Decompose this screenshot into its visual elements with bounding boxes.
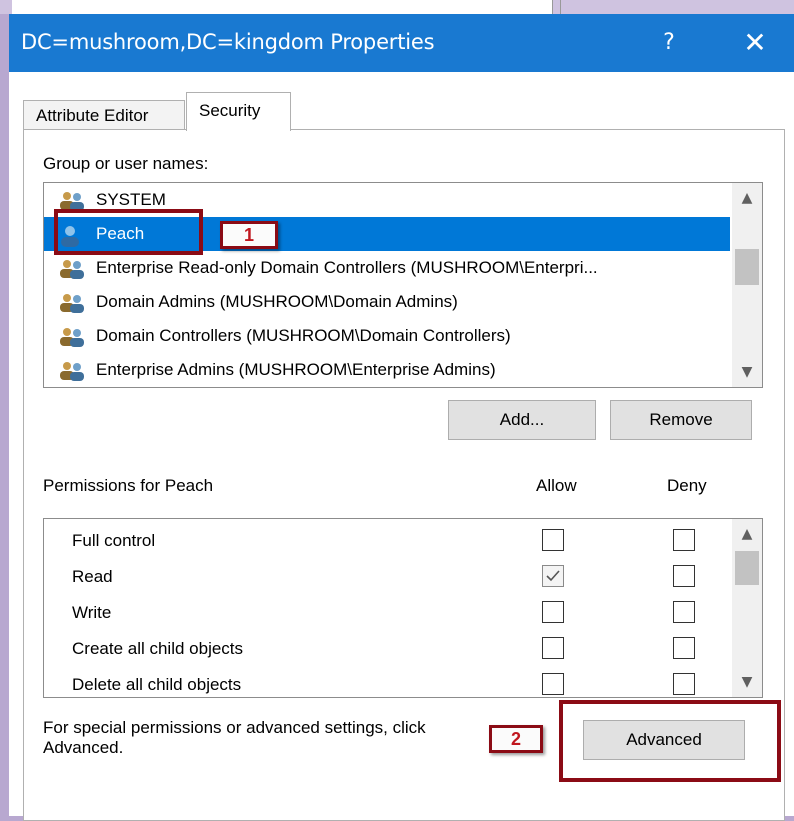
group-icon xyxy=(58,293,86,313)
properties-dialog: DC=mushroom,DC=kingdom Properties ? ✕ At… xyxy=(9,14,794,821)
allow-checkbox-checked[interactable] xyxy=(542,565,564,587)
permission-name: Read xyxy=(72,567,113,586)
group-icon xyxy=(58,327,86,347)
title-bar: DC=mushroom,DC=kingdom Properties ? ✕ xyxy=(9,14,794,72)
scroll-thumb[interactable] xyxy=(735,551,759,585)
permission-row: Read xyxy=(44,559,730,595)
list-item-label: Enterprise Admins (MUSHROOM\Enterprise A… xyxy=(96,360,496,379)
deny-checkbox[interactable] xyxy=(673,673,695,695)
special-permissions-text: For special permissions or advanced sett… xyxy=(43,718,426,737)
tab-attribute-editor[interactable]: Attribute Editor xyxy=(23,100,185,129)
group-list-scrollbar[interactable]: ▲ ▼ xyxy=(732,183,762,387)
list-item-label: Domain Controllers (MUSHROOM\Domain Cont… xyxy=(96,326,511,345)
tab-attribute-editor-label: Attribute Editor xyxy=(36,106,149,125)
list-item-label: Enterprise Read-only Domain Controllers … xyxy=(96,258,598,277)
special-permissions-text-2: Advanced. xyxy=(43,738,124,757)
list-item[interactable]: Domain Controllers (MUSHROOM\Domain Cont… xyxy=(44,319,730,353)
permission-name: Delete all child objects xyxy=(72,675,242,694)
deny-checkbox[interactable] xyxy=(673,637,695,659)
permission-name: Create all child objects xyxy=(72,639,244,658)
check-icon xyxy=(546,570,560,582)
allow-header: Allow xyxy=(536,476,577,495)
group-icon xyxy=(58,191,86,211)
remove-button[interactable]: Remove xyxy=(610,400,752,440)
deny-checkbox[interactable] xyxy=(673,565,695,587)
annotation-badge-2: 2 xyxy=(489,725,543,753)
permission-row: Create all child objects xyxy=(44,631,730,667)
scroll-thumb[interactable] xyxy=(735,249,759,285)
list-item[interactable]: Enterprise Read-only Domain Controllers … xyxy=(44,251,730,285)
tab-security[interactable]: Security xyxy=(186,92,291,131)
group-icon xyxy=(58,361,86,381)
background-divider xyxy=(560,0,561,14)
deny-header: Deny xyxy=(667,476,707,495)
annotation-badge-1: 1 xyxy=(220,221,278,249)
permission-row: Full control xyxy=(44,523,730,559)
group-names-label: Group or user names: xyxy=(43,154,209,173)
window-title: DC=mushroom,DC=kingdom Properties xyxy=(21,30,435,54)
permission-row: Delete all child objects xyxy=(44,667,730,697)
list-item-label: Domain Admins (MUSHROOM\Domain Admins) xyxy=(96,292,458,311)
permissions-list: Full control Read Write Create all child… xyxy=(43,518,763,698)
scroll-up-icon[interactable]: ▲ xyxy=(732,519,762,549)
close-button[interactable]: ✕ xyxy=(727,24,783,62)
permissions-scrollbar[interactable]: ▲ ▼ xyxy=(732,519,762,697)
annotation-box-advanced xyxy=(559,700,781,782)
scroll-down-icon[interactable]: ▼ xyxy=(732,667,762,697)
allow-checkbox[interactable] xyxy=(542,529,564,551)
deny-checkbox[interactable] xyxy=(673,529,695,551)
background-window-strip xyxy=(0,0,794,14)
scroll-down-icon[interactable]: ▼ xyxy=(732,357,762,387)
permission-name: Full control xyxy=(72,531,156,550)
deny-checkbox[interactable] xyxy=(673,601,695,623)
help-button[interactable]: ? xyxy=(649,26,689,60)
add-button[interactable]: Add... xyxy=(448,400,596,440)
permission-name: Write xyxy=(72,603,112,622)
permission-row: Write xyxy=(44,595,730,631)
permissions-label: Permissions for Peach xyxy=(43,476,214,495)
list-item[interactable]: Enterprise Admins (MUSHROOM\Enterprise A… xyxy=(44,353,730,387)
allow-checkbox[interactable] xyxy=(542,637,564,659)
background-window-edge xyxy=(12,0,553,14)
annotation-box-peach xyxy=(54,209,203,255)
group-icon xyxy=(58,259,86,279)
list-item-label: SYSTEM xyxy=(96,190,166,209)
allow-checkbox[interactable] xyxy=(542,673,564,695)
tab-security-label: Security xyxy=(199,101,261,120)
scroll-up-icon[interactable]: ▲ xyxy=(732,183,762,213)
list-item[interactable]: Domain Admins (MUSHROOM\Domain Admins) xyxy=(44,285,730,319)
allow-checkbox[interactable] xyxy=(542,601,564,623)
